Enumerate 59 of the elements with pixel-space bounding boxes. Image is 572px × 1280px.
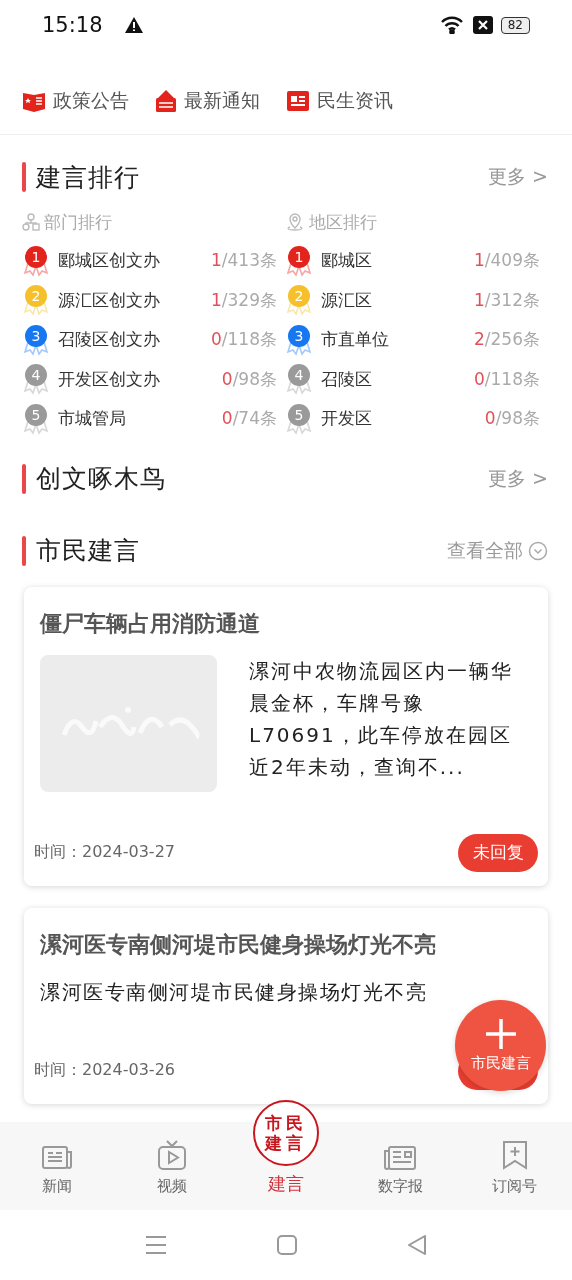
battery-indicator: 82 [500,16,530,34]
newspaper-icon [383,1145,418,1171]
ranking-name: 源汇区 [321,288,372,312]
ranking-name: 市直单位 [321,328,389,352]
nav-tab[interactable]: 订阅号 [457,1139,572,1210]
category-tab[interactable]: 政策公告 [22,88,129,114]
chevron-down-icon [528,540,548,561]
category-tab[interactable]: 最新通知 [155,88,260,114]
ranking-count: 0/118条 [474,367,540,391]
card-time: 时间：2024-03-26 [34,1060,175,1081]
ranking-name: 开发区 [321,407,372,431]
warning-icon [124,17,143,33]
ranking-count: 0/98条 [221,367,277,391]
column-title: 部门排行 [44,210,112,234]
ranking-count: 1/312条 [474,288,540,312]
ranking-name: 郾城区 [321,249,372,273]
nav-tab[interactable]: 数字报 [343,1145,458,1210]
card-time: 时间：2024-03-27 [34,842,175,863]
back-icon[interactable] [407,1234,427,1256]
ranking-name: 开发区创文办 [58,367,160,391]
ranking-name: 源汇区创文办 [58,288,160,312]
hierarchy-icon [22,213,40,231]
home-icon[interactable] [277,1235,297,1255]
ranking-count: 0/74条 [221,407,277,431]
ranking-count: 0/118条 [211,328,277,352]
bookmark-add-icon [500,1139,529,1171]
ranking-name: 郾城区创文办 [58,249,160,273]
ranking-name: 召陵区 [321,367,372,391]
notice-icon [155,89,177,113]
menu-icon[interactable] [145,1235,167,1255]
tv-play-icon [155,1139,188,1171]
ranking-count: 1/409条 [474,249,540,273]
wifi-icon [440,16,465,34]
ranking-count: 1/329条 [211,288,277,312]
card-title: 僵尸车辆占用消防通道 [40,609,261,638]
ranking-name: 召陵区创文办 [58,328,160,352]
sim-off-icon [472,16,493,34]
card-summary: 漯河医专南侧河堤市民健身操场灯光不亮 [40,978,428,1006]
nav-tab[interactable]: 视频 [114,1139,229,1210]
ranking-count: 0/98条 [484,407,540,431]
section-title: 市民建言 [36,535,140,567]
location-pin-icon [285,212,305,232]
ranking-count: 1/413条 [211,249,277,273]
ranking-count: 2/256条 [474,328,540,352]
column-title: 地区排行 [309,210,377,234]
nav-tab[interactable]: 新闻 [0,1143,115,1210]
section-title: 创文啄木鸟 [36,463,166,495]
card-summary: 漯河中农物流园区内一辆华晨金杯，车牌号豫L70691，此车停放在园区近2年未动，查询不... [249,657,514,781]
status-time: 15:18 [42,13,103,37]
card-title: 漯河医专南侧河堤市民健身操场灯光不亮 [40,930,437,959]
ranking-name: 市城管局 [58,407,126,431]
seal-logo: 市民 建言 [253,1100,319,1166]
status-badge: 未回复 [458,833,538,872]
category-tab[interactable]: 民生资讯 [286,88,393,114]
suggestion-card[interactable]: 僵尸车辆占用消防通道 漯河中农物流园区内一辆华晨金杯，车牌号豫L70691，此车停放在园区近2年未动，查询不... 时间：2024-03-27 未回复 [24,586,548,886]
plus-icon [484,1018,517,1050]
newspaper-icon [41,1143,74,1171]
news-icon [286,90,310,112]
section-title: 建言排行 [36,161,140,194]
